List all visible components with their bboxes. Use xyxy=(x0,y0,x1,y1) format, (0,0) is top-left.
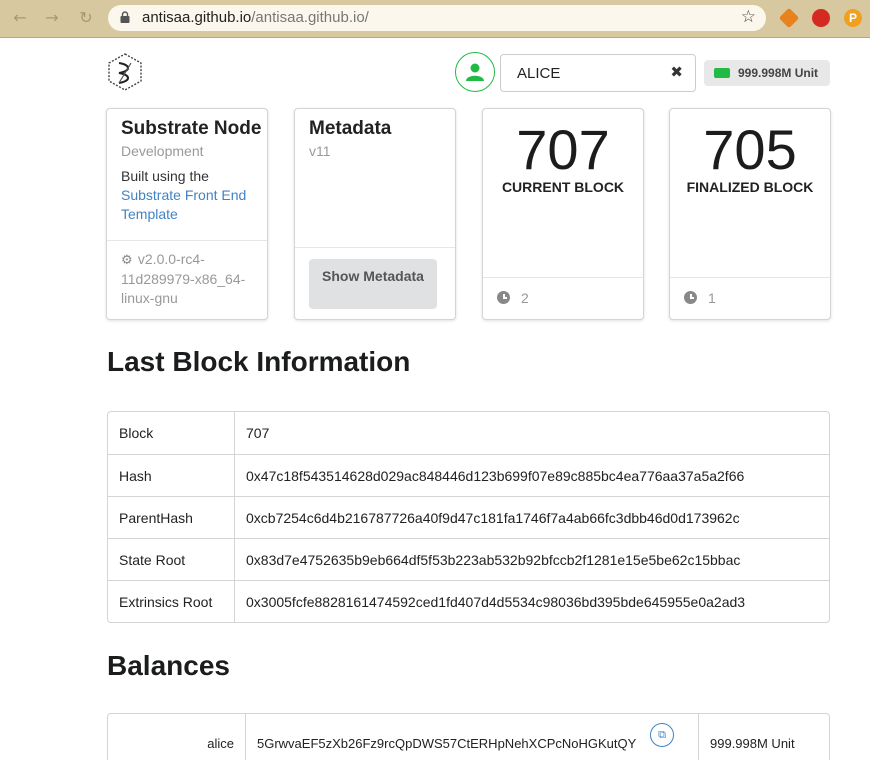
user-icon xyxy=(466,63,484,81)
current-block-timer: 2 xyxy=(521,290,529,306)
account-name: alice xyxy=(108,714,246,760)
metadata-title: Metadata xyxy=(309,118,392,139)
card-divider xyxy=(670,277,830,278)
table-row: State Root 0x83d7e4752635b9eb664df5f53b2… xyxy=(108,538,829,580)
back-icon[interactable]: ← xyxy=(10,8,30,28)
lock-icon xyxy=(120,11,130,23)
node-description-prefix: Built using the xyxy=(121,168,209,184)
block-value: 707 xyxy=(246,425,270,441)
money-icon xyxy=(714,68,730,78)
node-info-card: Substrate Node Development Built using t… xyxy=(106,108,268,320)
parent-hash-value: 0xcb7254c6d4b216787726a40f9d47c181fa1746… xyxy=(235,496,829,538)
state-root-value: 0x83d7e4752635b9eb664df5f53b223ab532b92b… xyxy=(235,538,829,580)
table-row: Extrinsics Root 0x3005fcfe8828161474592c… xyxy=(108,580,829,622)
account-address: 5GrwvaEF5zXb26Fz9rcQpDWS57CtERHpNehXCPcN… xyxy=(257,735,637,751)
account-balance-badge: 999.998M Unit xyxy=(704,60,830,86)
table-row: Block 707 xyxy=(108,412,829,454)
url-path: /antisaa.github.io/ xyxy=(251,9,369,26)
balances-table: alice 5GrwvaEF5zXb26Fz9rcQpDWS57CtERHpNe… xyxy=(107,713,830,760)
table-row: Hash 0x47c18f543514628d029ac848446d123b6… xyxy=(108,454,829,496)
account-balance: 999.998M Unit xyxy=(738,66,819,80)
account-balance-value: 999.998M Unit xyxy=(710,735,795,751)
close-icon[interactable]: ✖ xyxy=(670,63,683,81)
finalized-block-card: 705 FINALIZED BLOCK 1 xyxy=(669,108,831,320)
star-icon[interactable]: ☆ xyxy=(741,7,756,27)
node-name: Substrate Node xyxy=(121,118,262,139)
copy-icon[interactable]: ⧉ xyxy=(650,723,674,747)
forward-icon[interactable]: → xyxy=(42,8,62,28)
address-bar[interactable]: antisaa.github.io/antisaa.github.io/ ☆ xyxy=(108,5,766,31)
account-avatar[interactable] xyxy=(455,52,495,92)
substrate-logo xyxy=(108,53,142,91)
table-row: alice 5GrwvaEF5zXb26Fz9rcQpDWS57CtERHpNe… xyxy=(108,714,829,760)
template-link[interactable]: Substrate Front End Template xyxy=(121,187,246,222)
node-version-row: ⚙ v2.0.0-rc4-11d289979-x86_64-linux-gnu xyxy=(121,250,261,309)
last-block-table: Block 707 Hash 0x47c18f543514628d029ac84… xyxy=(107,411,830,623)
show-metadata-button[interactable]: Show Metadata xyxy=(309,259,437,309)
extension-icon[interactable] xyxy=(812,9,830,27)
finalized-block-number: 705 xyxy=(703,118,797,181)
finalized-block-label: FINALIZED BLOCK xyxy=(686,179,814,195)
metamask-extension-icon[interactable] xyxy=(778,7,800,29)
table-row: ParentHash 0xcb7254c6d4b216787726a40f9d4… xyxy=(108,496,829,538)
node-version: v2.0.0-rc4-11d289979-x86_64-linux-gnu xyxy=(121,251,246,306)
url-text: antisaa.github.io/antisaa.github.io/ xyxy=(142,9,369,26)
node-description: Built using the Substrate Front End Temp… xyxy=(121,167,261,224)
reload-icon[interactable]: ↻ xyxy=(76,8,96,28)
extrinsics-root-value: 0x3005fcfe8828161474592ced1fd407d4d5534c… xyxy=(235,580,829,622)
current-block-card: 707 CURRENT BLOCK 2 xyxy=(482,108,644,320)
node-chain: Development xyxy=(121,143,204,159)
block-key: Block xyxy=(108,412,235,454)
card-divider xyxy=(295,247,455,248)
extrinsics-root-key: Extrinsics Root xyxy=(108,580,235,622)
account-selector[interactable]: ALICE ✖ xyxy=(500,54,696,92)
current-block-number: 707 xyxy=(516,118,610,181)
last-block-title: Last Block Information xyxy=(107,346,411,377)
account-address-cell: 5GrwvaEF5zXb26Fz9rcQpDWS57CtERHpNehXCPcN… xyxy=(246,714,699,760)
current-block-label: CURRENT BLOCK xyxy=(501,179,625,195)
parent-hash-key: ParentHash xyxy=(108,496,235,538)
finalized-block-timer: 1 xyxy=(708,290,716,306)
metadata-card: Metadata v11 Show Metadata xyxy=(294,108,456,320)
gear-icon: ⚙ xyxy=(121,253,133,268)
hash-value: 0x47c18f543514628d029ac848446d123b699f07… xyxy=(235,454,829,496)
balances-title: Balances xyxy=(107,650,230,681)
polkadot-extension-icon[interactable]: P xyxy=(844,9,862,27)
hash-key: Hash xyxy=(108,454,235,496)
account-selector-value: ALICE xyxy=(517,65,561,82)
metadata-version: v11 xyxy=(309,143,331,159)
browser-toolbar: ← → ↻ antisaa.github.io/antisaa.github.i… xyxy=(0,0,870,38)
clock-icon xyxy=(497,291,510,304)
state-root-key: State Root xyxy=(108,538,235,580)
url-domain: antisaa.github.io xyxy=(142,9,252,26)
card-divider xyxy=(483,277,643,278)
card-divider xyxy=(107,240,267,241)
clock-icon xyxy=(684,291,697,304)
